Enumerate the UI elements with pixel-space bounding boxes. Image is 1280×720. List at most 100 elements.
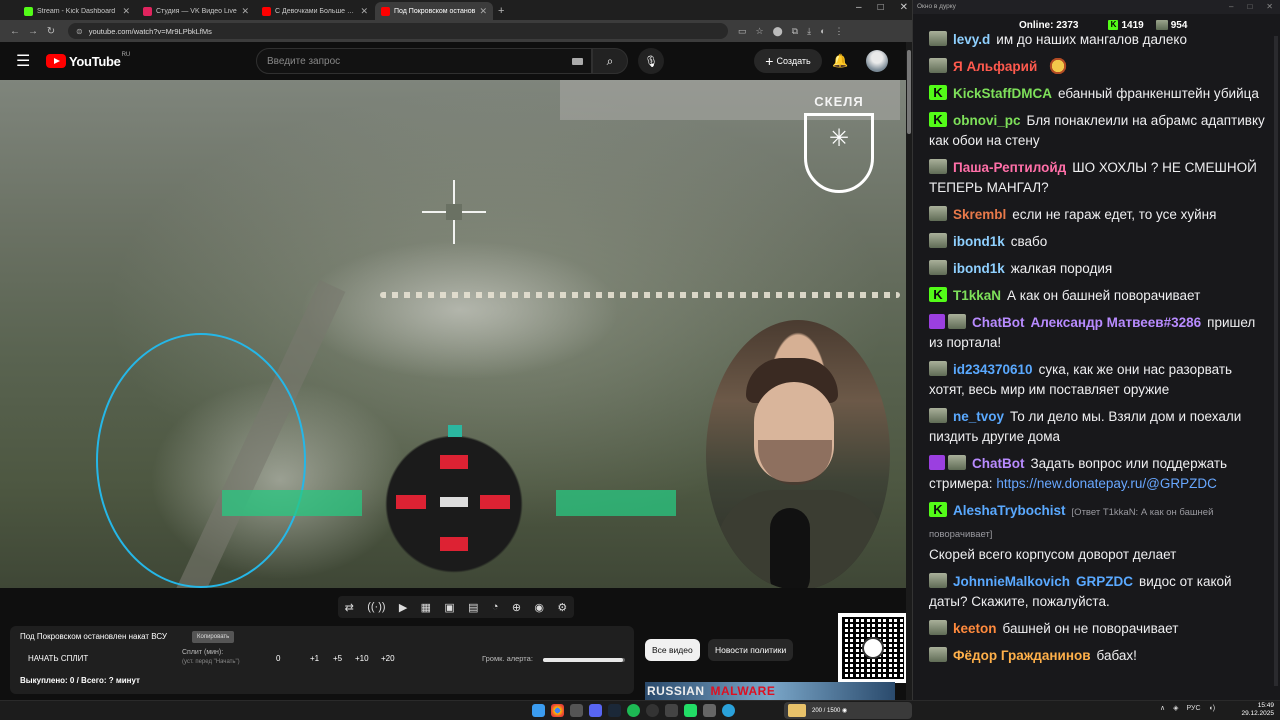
voice-search-button[interactable]: 🎙 [638,48,664,74]
search-input[interactable]: Введите запрос [256,48,592,74]
recommended-video-thumbnail[interactable]: RUSSIAN MALWARE [645,682,895,700]
frames-icon[interactable]: ▦ [421,601,431,614]
keyboard-icon[interactable] [572,57,583,65]
bookmark-star-icon[interactable]: ☆ [756,26,764,37]
tab-close-icon[interactable]: ✕ [122,6,130,17]
picture-in-picture-icon[interactable]: ▣ [444,601,454,614]
chat-username[interactable]: keeton [953,621,997,636]
broadcast-icon[interactable]: ((·)) [367,601,385,613]
tab-close-icon[interactable]: ✕ [241,6,249,17]
minimize-button[interactable]: – [1229,2,1233,11]
chat-username[interactable]: AleshaTrybochist [953,503,1066,518]
chat-username[interactable]: ibond1k [953,234,1005,249]
chat-scrollbar[interactable] [1274,36,1278,686]
scrollbar-thumb[interactable] [907,50,911,134]
chip-politics-news[interactable]: Новости политики [708,639,794,661]
add-icon[interactable]: ⊕ [512,601,521,614]
reload-icon[interactable]: ↻ [42,26,60,37]
tab-close-icon[interactable]: ✕ [360,6,368,17]
discord-icon[interactable] [589,704,602,717]
chat-username[interactable]: Паша-Рептилойд [953,160,1066,175]
youtube-logo[interactable]: YouTube RU [46,52,130,69]
chat-username[interactable]: levy.d [953,32,990,47]
chrome-icon[interactable] [551,704,564,717]
browser-tab-active[interactable]: Под Покровском останов ✕ [375,2,493,20]
search-button[interactable]: ⌕ [592,48,628,74]
chat-username[interactable]: Фёдор Гражданинов [953,648,1091,663]
address-bar[interactable]: ⊜ youtube.com/watch?v=Mr9LPbkLfMs [68,23,728,39]
download-icon[interactable]: ⤓ [807,26,811,37]
telegram-icon[interactable] [722,704,735,717]
loop-icon[interactable]: ⇄ [345,601,354,614]
chat-message: Skrembl если не гараж едет, то усе хуйня [929,205,1265,225]
close-window-button[interactable]: ✕ [900,2,908,13]
chat-username[interactable]: JohnnieMalkovich [953,574,1070,589]
site-info-icon[interactable]: ⊜ [76,27,83,36]
thumbnail-word: MALWARE [710,684,776,698]
chat-username[interactable]: ne_tvoy [953,409,1004,424]
browser-tab[interactable]: Студия — VK Видео Live ✕ [137,2,255,20]
app-icon[interactable] [665,704,678,717]
speed-icon[interactable]: ◔ [492,601,499,613]
network-volume-icon[interactable]: ◖) [1209,705,1216,712]
chat-username[interactable]: KickStaffDMCA [953,86,1052,101]
language-indicator[interactable]: РУС [1187,705,1201,712]
chat-link[interactable]: https://new.donatepay.ru/@GRPZDC [996,476,1217,491]
app-icon[interactable] [684,704,697,717]
system-clock[interactable]: 15:49 29.12.2025 [1240,702,1274,718]
chat-username[interactable]: ibond1k [953,261,1005,276]
chat-username[interactable]: T1kkaN [953,288,1001,303]
hamburger-menu-icon[interactable]: ☰ [16,51,36,71]
chat-message-list[interactable]: levy.d им до наших мангалов далеко Я Альфа… [913,30,1275,692]
minimize-button[interactable]: – [856,2,862,13]
add-1-button[interactable]: +1 [310,654,319,663]
chat-username[interactable]: Я Альфарий [953,59,1037,74]
tray-app-icon[interactable]: ◈ [1173,704,1178,712]
alert-volume-slider[interactable] [543,658,625,662]
add-10-button[interactable]: +10 [355,654,369,663]
browser-menu-icon[interactable]: ⋮ [835,26,844,37]
chat-username[interactable]: ChatBot [972,315,1025,330]
notifications-bell-icon[interactable]: 🔔 [832,53,848,69]
extension-icon[interactable]: ⬤ [773,26,783,37]
files-icon[interactable] [570,704,583,717]
obs-icon[interactable] [646,704,659,717]
chat-username[interactable]: ChatBot [972,456,1025,471]
create-button[interactable]: + Создать [754,49,822,73]
steam-icon[interactable] [608,704,621,717]
user-avatar-badge-icon [948,455,966,470]
tray-chevron-icon[interactable]: ∧ [1160,704,1165,712]
video-player[interactable]: СКЕЛЯ [0,80,906,588]
spotify-icon[interactable] [627,704,640,717]
screenshot-camera-icon[interactable]: ◉ [534,601,544,614]
browser-tab[interactable]: Stream - Kick Dashboard ✕ [18,2,136,20]
settings-gear-icon[interactable]: ⚙ [557,601,567,614]
layout-icon[interactable]: ▤ [468,601,478,614]
maximize-button[interactable]: □ [1247,2,1252,11]
chat-username[interactable]: Skrembl [953,207,1006,222]
new-tab-button[interactable]: + [494,5,510,20]
profile-icon[interactable]: ◐ [820,26,825,37]
chat-username[interactable]: id234370610 [953,362,1033,377]
copy-button[interactable]: Копировать [192,631,235,643]
app-icon[interactable] [703,704,716,717]
cast-icon[interactable]: ▭ [738,26,747,37]
account-avatar[interactable] [866,50,888,72]
chat-message: levy.d им до наших мангалов далеко [929,30,1265,50]
extensions-puzzle-icon[interactable]: ⧉ [792,26,798,37]
browser-tab[interactable]: С Девочками Больше Не Хоч ✕ [256,2,374,20]
maximize-button[interactable]: □ [878,2,884,13]
tab-close-icon[interactable]: ✕ [479,6,487,17]
chat-username[interactable]: obnovi_pc [953,113,1021,128]
close-window-button[interactable]: ✕ [1266,2,1273,11]
windows-start-icon[interactable] [532,704,545,717]
start-split-button[interactable]: НАЧАТЬ СПЛИТ [28,654,88,663]
widget-icon [788,704,806,717]
taskbar-widget[interactable]: 200 / 1500 ◉ [784,702,912,719]
add-20-button[interactable]: +20 [381,654,395,663]
forward-arrow-icon[interactable]: → [24,26,42,37]
add-5-button[interactable]: +5 [333,654,342,663]
chip-all-videos[interactable]: Все видео [645,639,700,661]
play-icon[interactable]: ▶ [399,601,407,614]
back-arrow-icon[interactable]: ← [6,26,24,37]
